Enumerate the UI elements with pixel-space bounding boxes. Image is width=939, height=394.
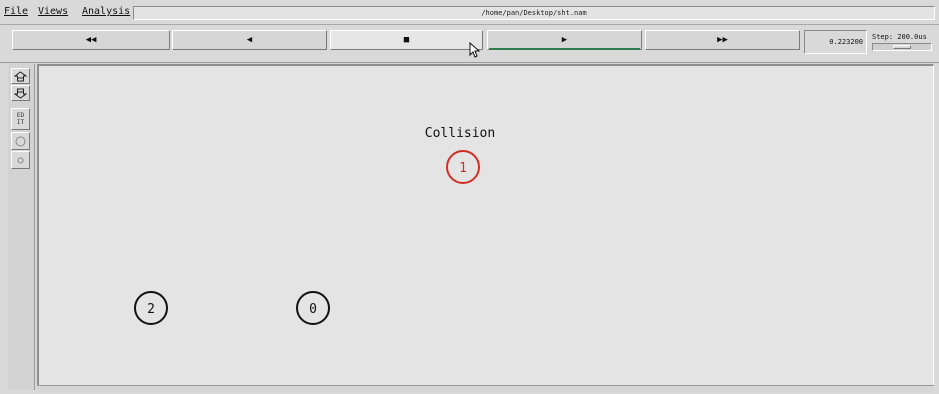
- step-slider[interactable]: [872, 43, 932, 51]
- play-active-indicator: [489, 48, 640, 50]
- views-menu[interactable]: Views: [38, 6, 68, 17]
- small-circle-icon: [17, 157, 24, 163]
- node-2[interactable]: 2: [134, 291, 168, 325]
- circle-icon: [15, 136, 26, 146]
- nam-window: File Views Analysis /home/pan/Desktop/sh…: [0, 0, 939, 394]
- network-animation-canvas[interactable]: Collision 1 2 0: [37, 64, 934, 390]
- collision-annotation: Collision: [425, 126, 495, 141]
- zoom-in-button[interactable]: [11, 68, 30, 84]
- canvas-horizontal-scrollbar[interactable]: [37, 385, 934, 392]
- step-label: Step: 200.0us: [872, 33, 927, 41]
- fast-forward-icon: ▶▶: [717, 35, 728, 45]
- menu-bar: File Views Analysis /home/pan/Desktop/sh…: [0, 0, 939, 25]
- node-0[interactable]: 0: [296, 291, 330, 325]
- play-icon: ▶: [561, 35, 568, 45]
- file-path-display: /home/pan/Desktop/sht.nam: [133, 6, 935, 20]
- mouse-cursor-icon: [469, 42, 481, 58]
- stop-icon: ■: [403, 35, 410, 45]
- time-display: 0.223200: [804, 30, 867, 54]
- file-menu[interactable]: File: [4, 6, 28, 17]
- rewind-button[interactable]: ◀◀: [12, 30, 170, 50]
- fast-forward-button[interactable]: ▶▶: [645, 30, 800, 50]
- zoom-in-icon: [14, 70, 27, 81]
- step-back-icon: ◀: [246, 35, 253, 45]
- zoom-out-button[interactable]: [11, 85, 30, 101]
- node-0-label: 0: [309, 302, 317, 317]
- left-toolbar: EDIT: [8, 64, 35, 390]
- views-menu-label: Views: [38, 6, 69, 17]
- file-menu-label: File: [4, 6, 29, 17]
- step-back-button[interactable]: ◀: [172, 30, 327, 50]
- rewind-icon: ◀◀: [85, 35, 97, 45]
- node-tool-button[interactable]: [11, 132, 30, 150]
- small-node-tool-button[interactable]: [11, 151, 30, 169]
- canvas-drawing: Collision 1 2 0: [134, 126, 495, 325]
- zoom-out-icon: [14, 88, 27, 99]
- node-1[interactable]: 1: [446, 150, 480, 184]
- edit-button-label: EDIT: [16, 112, 25, 126]
- node-1-label: 1: [459, 161, 467, 176]
- play-button[interactable]: ▶: [487, 30, 642, 50]
- step-slider-thumb[interactable]: [893, 45, 911, 49]
- stop-button[interactable]: ■: [330, 30, 483, 50]
- edit-button[interactable]: EDIT: [11, 108, 30, 130]
- analysis-menu[interactable]: Analysis: [82, 6, 130, 17]
- node-2-label: 2: [147, 302, 155, 317]
- analysis-menu-label: Analysis: [82, 6, 131, 17]
